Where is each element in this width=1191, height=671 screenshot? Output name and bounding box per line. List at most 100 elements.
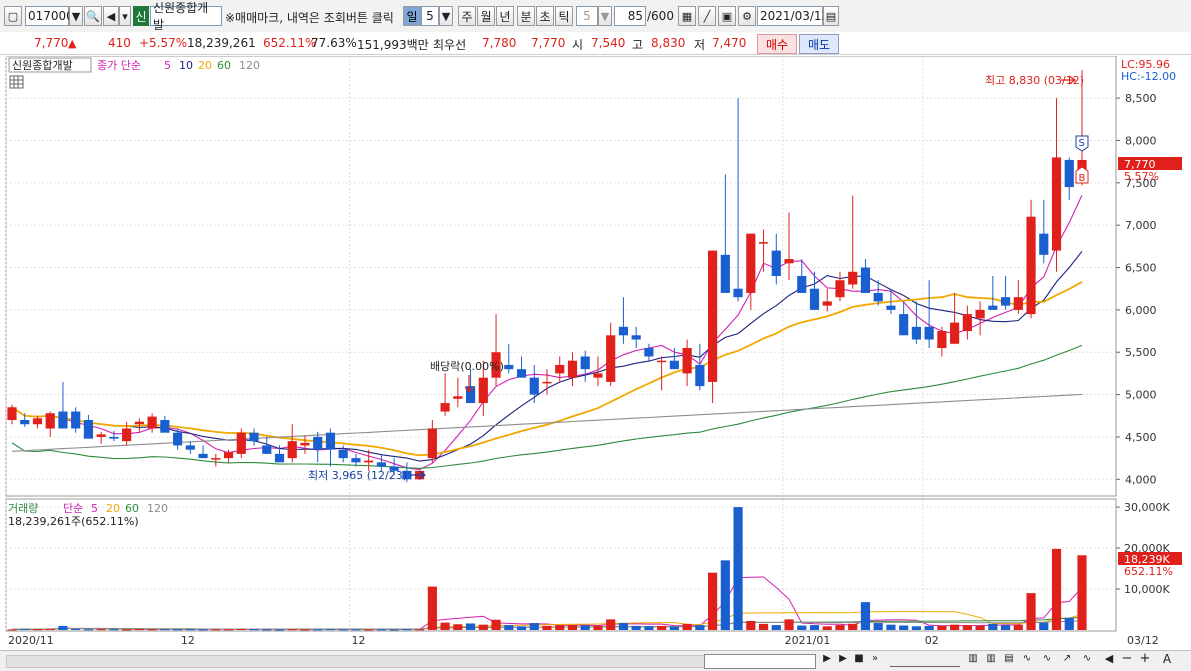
code-dropdown-button[interactable]: ▼ (69, 6, 83, 26)
fast-forward-icon[interactable]: » (868, 653, 882, 668)
volume-bar (975, 625, 985, 630)
volume-pct: 652.11% (263, 36, 317, 50)
volume-bar (873, 623, 883, 630)
volume-bar (720, 560, 730, 630)
period-day-button[interactable]: 일 (403, 6, 421, 26)
trend-icon[interactable]: ↗ (1060, 653, 1074, 668)
volume-bar (708, 572, 718, 630)
data-count-input[interactable]: 85 (614, 6, 646, 26)
volume-bar (504, 625, 514, 630)
save-button[interactable]: ▣ (718, 6, 736, 26)
candle-type-icon[interactable]: ▥ (984, 653, 998, 668)
turnover-ratio: 77.63% (311, 36, 357, 50)
stock-name-field[interactable]: 신원종합개발 (150, 1, 222, 32)
price-panel-stock-name: 신원종합개발 (12, 59, 73, 72)
candle-body (32, 418, 43, 425)
font-size-icon[interactable]: A (1160, 652, 1174, 667)
volume-bar (236, 628, 246, 630)
candle-body (924, 326, 934, 340)
candle-body (211, 458, 221, 460)
price-tick-label: 6,500 (1125, 262, 1157, 275)
play-icon[interactable]: ▶ (820, 653, 834, 668)
volume-bar (287, 629, 297, 631)
candle-body (975, 309, 985, 319)
best-bid: 7,770 (531, 36, 566, 50)
stock-chart-svg[interactable]: 4,0004,5005,0005,5006,0006,5007,0007,500… (0, 56, 1191, 650)
style-icon[interactable]: ∿ (1080, 653, 1094, 668)
period-month-button[interactable]: 월 (477, 6, 495, 26)
zoom-slider[interactable] (890, 654, 960, 667)
period-minute-button[interactable]: 분 (517, 6, 535, 26)
volume-bar (83, 629, 94, 631)
volume-bar (71, 628, 81, 630)
data-table-icon[interactable] (9, 75, 24, 89)
scroll-left-icon[interactable]: ◀ (1102, 652, 1116, 667)
volume-bar (185, 629, 195, 631)
volume-bar (1051, 548, 1062, 630)
volume-bar (109, 629, 119, 631)
zoom-in-icon[interactable]: + (1138, 651, 1152, 666)
legend-ma10: 10 (179, 59, 193, 72)
candle-body (58, 411, 68, 429)
sell-marker: S (1075, 135, 1089, 152)
dividend-annotation: 배당락(0.00%) (430, 360, 504, 373)
horizontal-scrollbar[interactable] (6, 655, 708, 668)
tick-value-input[interactable]: 5 (576, 6, 598, 26)
sound-button[interactable]: ◀ (103, 6, 119, 26)
period-dropdown-button[interactable]: ▼ (439, 6, 453, 26)
sell-button[interactable]: 매도 (799, 34, 839, 54)
stop-icon[interactable]: ■ (852, 653, 866, 668)
candle-body (274, 453, 285, 463)
chart-type-icon[interactable]: ▥ (966, 653, 980, 668)
candle-body (950, 322, 960, 344)
volume-bar (886, 624, 896, 630)
search-button[interactable]: 🔍 (84, 6, 102, 26)
volume-label: 거래량 (8, 502, 38, 515)
period-year-button[interactable]: 년 (496, 6, 514, 26)
period-second-button[interactable]: 초 (536, 6, 554, 26)
buy-button[interactable]: 매수 (757, 34, 797, 54)
bar-type-icon[interactable]: ▤ (1002, 653, 1016, 668)
draw-tool-button[interactable]: ╱ (698, 6, 716, 26)
volume-bar (657, 625, 667, 630)
open-label: 시 (572, 38, 584, 52)
volume-bar (1013, 624, 1023, 630)
volume-bar (147, 629, 157, 631)
candle-body (185, 445, 195, 450)
volume-bar (618, 623, 629, 630)
candle-body (325, 432, 336, 450)
volume-bar (580, 625, 590, 630)
candle-body (1000, 297, 1011, 306)
sound-dropdown-button[interactable]: ▾ (119, 6, 131, 26)
step-icon[interactable]: ▶ (836, 653, 850, 668)
date-input[interactable]: 2021/03/12 (757, 6, 829, 26)
candle-body (45, 413, 55, 429)
candle-body (160, 420, 170, 433)
window-menu-icon[interactable]: ▢ (4, 6, 22, 26)
zoom-out-icon[interactable]: − (1120, 651, 1134, 666)
stock-code-input[interactable]: 017000 (25, 6, 74, 26)
period-value-input[interactable]: 5 (421, 6, 439, 26)
volume-bar (733, 507, 743, 630)
wave-type-icon[interactable]: ∿ (1040, 653, 1054, 668)
calendar-button[interactable]: ▤ (823, 6, 839, 26)
volume-bar (427, 586, 437, 630)
volume-bar (911, 626, 921, 630)
period-tick-button[interactable]: 틱 (555, 6, 573, 26)
tick-dropdown-button[interactable]: ▼ (598, 6, 612, 26)
candle-body (746, 233, 756, 293)
low-price: 7,470 (712, 36, 747, 50)
volume-legend-ma60: 60 (125, 502, 139, 515)
chart-area[interactable]: 4,000 4,500 5,000 5,500 6,000 6,500 7,000 7,500… (0, 56, 1191, 650)
line-type-icon[interactable]: ∿ (1020, 653, 1034, 668)
candle-body (109, 436, 119, 439)
settings-button[interactable]: ⚙ (738, 6, 756, 26)
scrollbar-thumb[interactable] (704, 654, 816, 669)
high-price: 8,830 (651, 36, 686, 50)
period-week-button[interactable]: 주 (458, 6, 476, 26)
indicator-button[interactable]: ▦ (678, 6, 696, 26)
candle-body (300, 442, 310, 446)
volume-bar (555, 625, 565, 630)
time-tick-label: 2021/01 (785, 634, 831, 647)
candle-body (1039, 233, 1049, 255)
